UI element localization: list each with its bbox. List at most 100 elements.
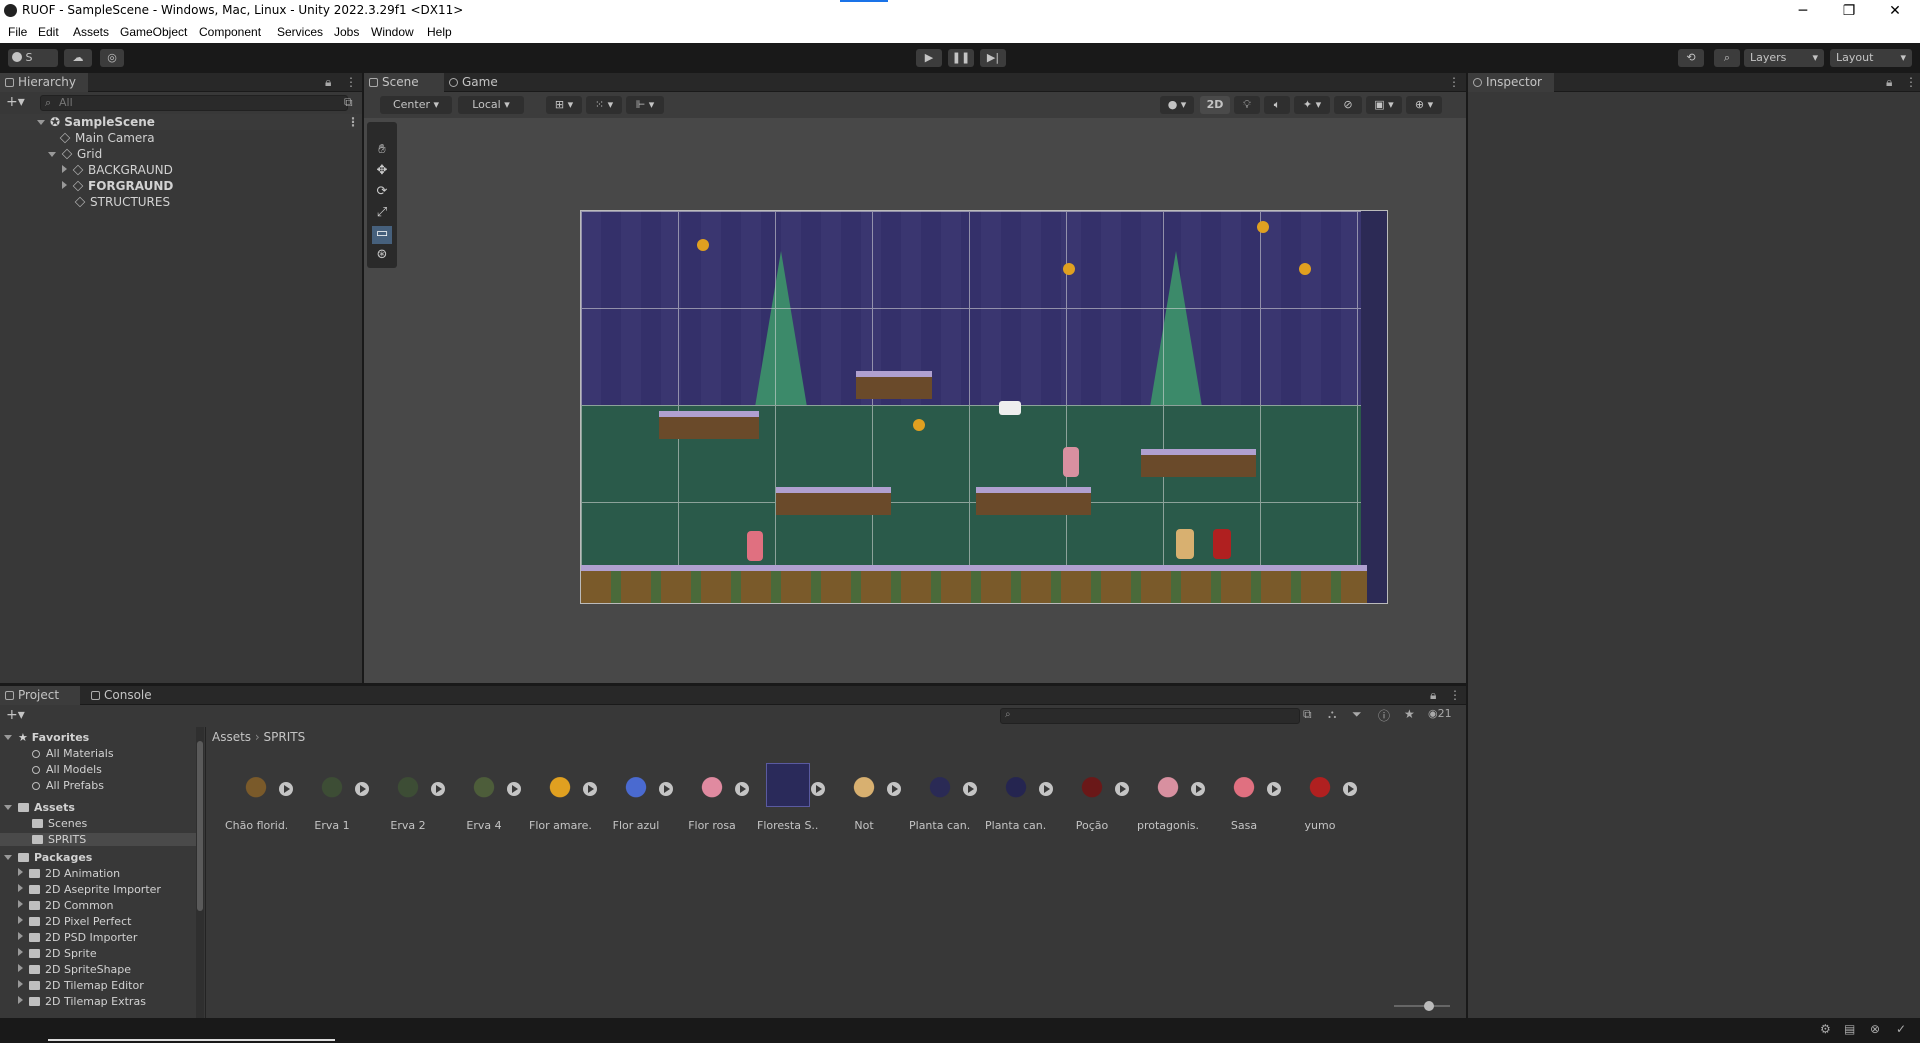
asset-tile[interactable]: Erva 2	[377, 763, 439, 832]
favorite-item[interactable]: All Materials	[32, 747, 114, 760]
expand-arrow-icon[interactable]	[48, 152, 56, 157]
lock-icon[interactable]: 🔒︎	[325, 75, 331, 90]
tab-scene[interactable]: Scene	[364, 73, 444, 92]
layers-dropdown[interactable]: Layers ▾	[1744, 49, 1824, 67]
increment-snap-button[interactable]: ⊩ ▾	[626, 96, 664, 114]
draw-mode-button[interactable]: ● ▾	[1160, 96, 1194, 114]
sprite-expand-icon[interactable]	[811, 782, 825, 796]
tab-console[interactable]: Console	[86, 686, 166, 705]
favorite-item[interactable]: All Prefabs	[32, 779, 104, 792]
tab-hierarchy[interactable]: Hierarchy	[0, 73, 88, 92]
more-options-icon[interactable]: ⋮	[347, 114, 359, 130]
hierarchy-search-input[interactable]: ⌕ All	[40, 95, 348, 111]
rect-tool-icon[interactable]: ▭	[372, 226, 392, 244]
asset-tile[interactable]: Flor azul	[605, 763, 667, 832]
sprite-expand-icon[interactable]	[887, 782, 901, 796]
expand-arrow-icon[interactable]	[18, 948, 23, 956]
expand-arrow-icon[interactable]	[18, 932, 23, 940]
expand-arrow-icon[interactable]	[18, 916, 23, 924]
tab-inspector[interactable]: Inspector	[1468, 73, 1554, 92]
hidden-objects-toggle[interactable]: ⊘	[1334, 96, 1362, 114]
tab-project[interactable]: Project	[0, 686, 80, 705]
camera-gizmo-icon[interactable]	[999, 401, 1021, 415]
sprite-expand-icon[interactable]	[735, 782, 749, 796]
folder-scenes[interactable]: Scenes	[32, 817, 87, 830]
menu-edit[interactable]: Edit	[38, 25, 59, 39]
menu-gameobject[interactable]: GameObject	[120, 25, 187, 39]
favorites-section[interactable]: ★ Favorites	[4, 731, 89, 744]
tag-icon[interactable]: ⏷	[1352, 707, 1362, 722]
asset-tile[interactable]: Planta can...	[985, 763, 1047, 832]
package-item[interactable]: 2D Sprite	[18, 947, 97, 960]
network-icon[interactable]: ⊗	[1870, 1022, 1880, 1036]
expand-arrow-icon[interactable]	[18, 964, 23, 972]
hierarchy-item-main-camera[interactable]: Main Camera	[59, 130, 155, 146]
asset-tile[interactable]: Floresta S...	[757, 763, 819, 832]
expand-arrow-icon[interactable]	[18, 868, 23, 876]
cloud-button[interactable]: ☁	[64, 49, 92, 67]
undo-history-button[interactable]: ⟲	[1678, 49, 1704, 67]
asset-tile[interactable]: Sasa	[1213, 763, 1275, 832]
search-button[interactable]: ⌕	[1714, 49, 1740, 67]
star-icon[interactable]: ★	[1404, 707, 1415, 721]
menu-assets[interactable]: Assets	[73, 25, 109, 39]
breadcrumb-sprits[interactable]: SPRITS	[264, 730, 306, 744]
sprite-expand-icon[interactable]	[963, 782, 977, 796]
more-options-icon[interactable]: ⋮	[1449, 688, 1461, 702]
package-item[interactable]: 2D Pixel Perfect	[18, 915, 131, 928]
expand-arrow-icon[interactable]	[62, 165, 67, 173]
audio-toggle[interactable]: 🔈︎	[1264, 96, 1290, 114]
add-icon[interactable]: +▾	[6, 94, 25, 110]
camera-dropdown[interactable]: ▣ ▾	[1366, 96, 1402, 114]
hierarchy-item-structures[interactable]: STRUCTURES	[74, 194, 170, 210]
package-item[interactable]: 2D Animation	[18, 867, 120, 880]
sprite-expand-icon[interactable]	[1267, 782, 1281, 796]
more-options-icon[interactable]: ⋮	[1905, 75, 1917, 89]
expand-arrow-icon[interactable]	[4, 735, 12, 740]
maximize-button[interactable]: ❐	[1826, 0, 1872, 22]
lock-icon[interactable]: 🔒︎	[1886, 75, 1892, 90]
sprite-expand-icon[interactable]	[1343, 782, 1357, 796]
hierarchy-item-backgraund[interactable]: BACKGRAUND	[62, 162, 173, 178]
pivot-dropdown[interactable]: Center ▾	[380, 96, 452, 114]
package-item[interactable]: 2D PSD Importer	[18, 931, 137, 944]
sprite-expand-icon[interactable]	[1115, 782, 1129, 796]
hierarchy-item-forgraund[interactable]: FORGRAUND	[62, 178, 173, 194]
step-button[interactable]: ▶|	[980, 49, 1006, 67]
scrollbar-thumb[interactable]	[197, 741, 203, 911]
folder-sprits[interactable]: SPRITS	[0, 833, 196, 846]
expand-arrow-icon[interactable]	[18, 996, 23, 1004]
scene-view[interactable]: ✋︎ ✥ ⟳ ⤢ ▭ ⊛	[364, 118, 1466, 683]
transform-tool-icon[interactable]: ⊛	[372, 247, 392, 265]
more-options-icon[interactable]: ⋮	[1448, 75, 1460, 89]
asset-tile[interactable]: yumo	[1289, 763, 1351, 832]
tab-game[interactable]: Game	[444, 73, 514, 92]
zoom-slider-thumb[interactable]	[1424, 1001, 1434, 1011]
effects-dropdown[interactable]: ✦ ▾	[1294, 96, 1330, 114]
asset-tile[interactable]: Erva 1	[301, 763, 363, 832]
collab-button[interactable]: ◎	[100, 49, 124, 67]
menu-component[interactable]: Component	[199, 25, 261, 39]
sprite-expand-icon[interactable]	[431, 782, 445, 796]
menu-help[interactable]: Help	[427, 25, 452, 39]
package-item[interactable]: 2D Common	[18, 899, 114, 912]
toggle-2d-button[interactable]: 2D	[1200, 96, 1230, 114]
asset-tile[interactable]: Not	[833, 763, 895, 832]
expand-arrow-icon[interactable]	[18, 980, 23, 988]
more-options-icon[interactable]: ⋮	[345, 75, 357, 89]
check-icon[interactable]: ✓	[1896, 1022, 1906, 1036]
account-button[interactable]: S	[8, 49, 58, 67]
hierarchy-scene-row[interactable]: ✪ SampleScene ⋮	[0, 114, 362, 130]
hierarchy-item-grid[interactable]: Grid	[48, 146, 102, 162]
hand-tool-icon[interactable]: ✋︎	[372, 142, 392, 160]
sprite-expand-icon[interactable]	[279, 782, 293, 796]
play-button[interactable]: ▶	[916, 49, 942, 67]
package-item[interactable]: 2D Aseprite Importer	[18, 883, 161, 896]
grid-visibility-button[interactable]: ⁙ ▾	[586, 96, 622, 114]
tree-scrollbar[interactable]	[196, 727, 204, 1018]
expand-arrow-icon[interactable]	[18, 900, 23, 908]
hidden-count[interactable]: ◉21	[1428, 707, 1452, 720]
lighting-toggle[interactable]: 💡︎	[1234, 96, 1260, 114]
sprite-expand-icon[interactable]	[1039, 782, 1053, 796]
package-item[interactable]: 2D Tilemap Extras	[18, 995, 146, 1008]
